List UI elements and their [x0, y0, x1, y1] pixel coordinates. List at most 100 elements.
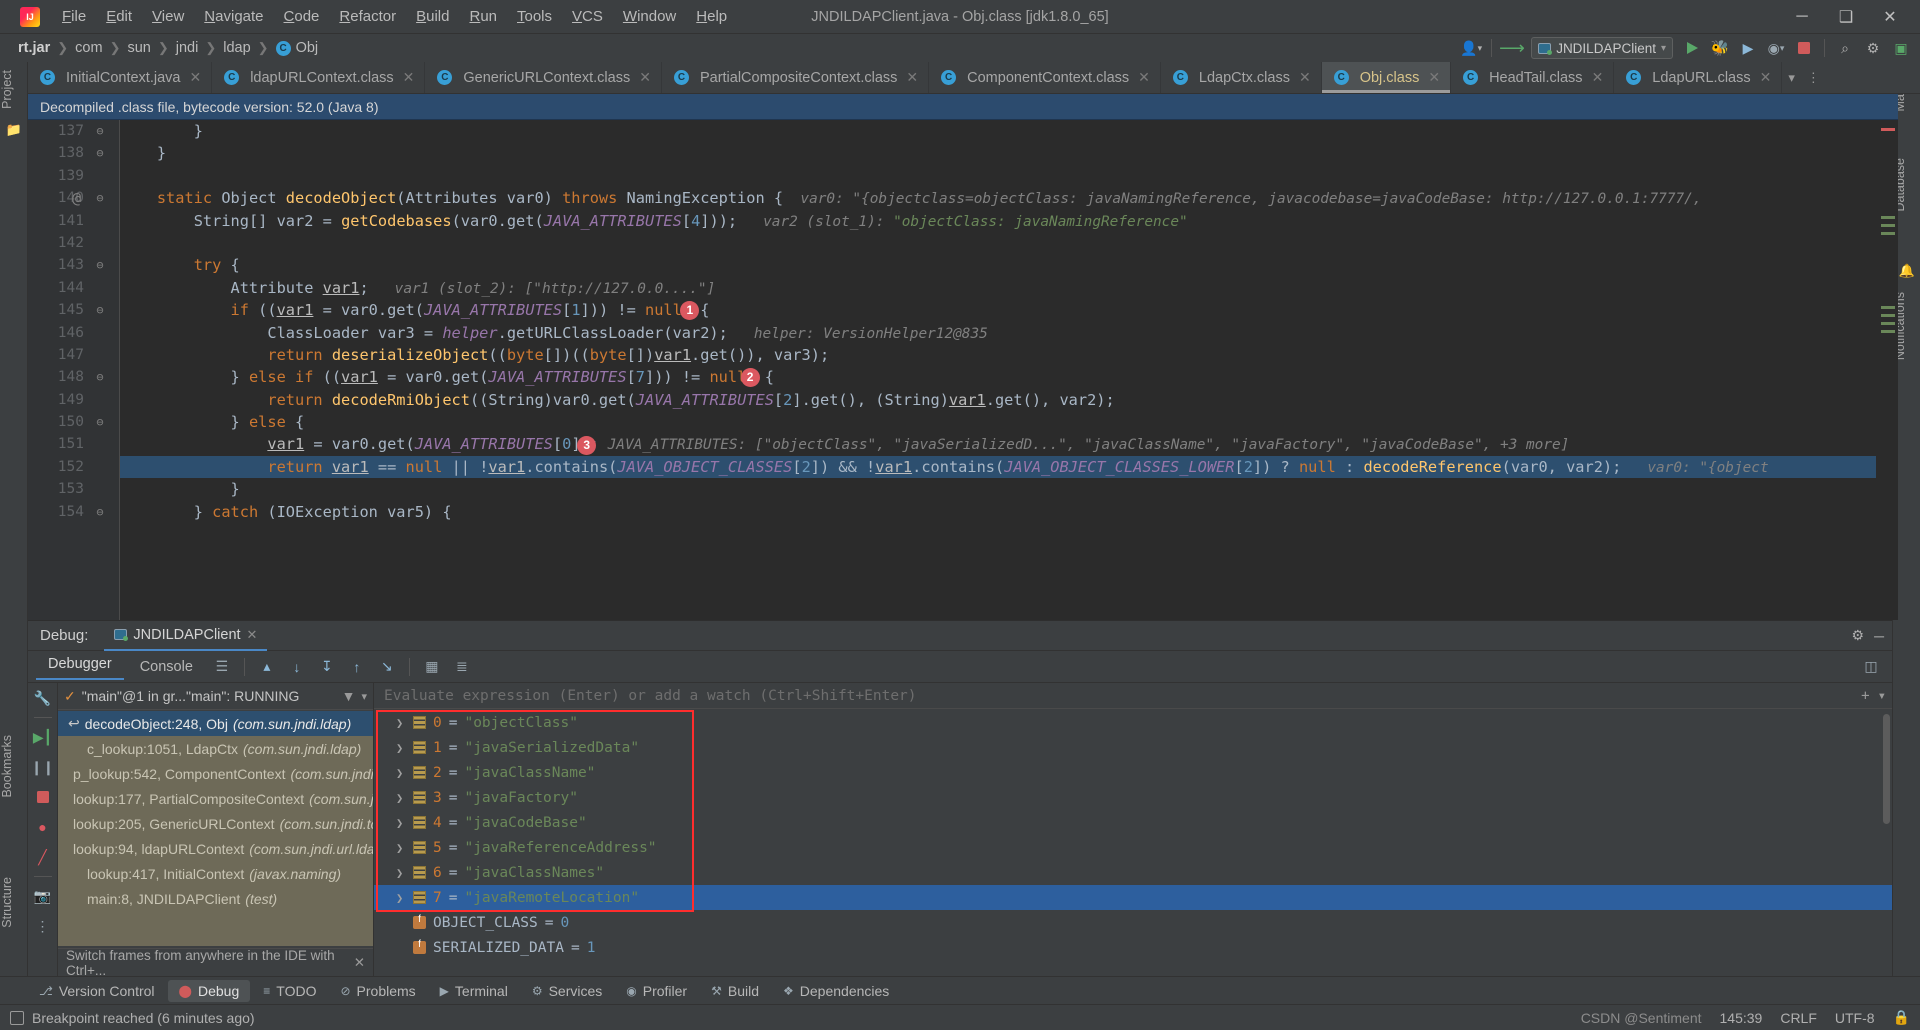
error-stripe-mark[interactable] — [1881, 128, 1895, 131]
code-fold-toggle[interactable]: ⊖ — [94, 366, 106, 388]
inline-breakpoint-badge-2[interactable]: 2 — [740, 368, 760, 388]
frame-row[interactable]: c_lookup:1051, LdapCtx (com.sun.jndi.lda… — [58, 736, 373, 761]
stop-icon[interactable] — [32, 786, 54, 808]
changed-stripe-mark-3[interactable] — [1881, 232, 1895, 235]
editor-scrollbar[interactable] — [1876, 120, 1898, 620]
sidebar-item-structure[interactable]: Structure — [0, 869, 14, 936]
tool-window-button-problems[interactable]: ⊘ Problems — [329, 980, 426, 1002]
code-fold-toggle[interactable]: ⊖ — [94, 411, 106, 433]
breadcrumb-item-Obj[interactable]: C Obj — [275, 40, 318, 56]
menu-item-navigate[interactable]: Navigate — [194, 5, 273, 28]
tool-window-button-services[interactable]: ⚙ Services — [521, 980, 613, 1002]
frame-row[interactable]: p_lookup:542, ComponentContext (com.sun.… — [58, 761, 373, 786]
code-line-149[interactable]: 149 return decodeRmiObject((String)var0.… — [58, 389, 1898, 411]
search-icon[interactable]: ⌕ — [1832, 36, 1858, 60]
file-encoding[interactable]: UTF-8 — [1835, 1010, 1875, 1026]
event-log-icon[interactable] — [10, 1010, 24, 1025]
maximize-button[interactable]: ❑ — [1824, 0, 1868, 34]
close-icon[interactable]: ✕ — [403, 69, 415, 86]
code-fold-toggle[interactable]: ⊖ — [94, 299, 106, 321]
frame-row[interactable]: lookup:205, GenericURLContext (com.sun.j… — [58, 811, 373, 836]
menu-item-view[interactable]: View — [142, 5, 194, 28]
variable-row[interactable]: ❯ 3 = "javaFactory" — [374, 785, 1892, 810]
run-toolbar[interactable]: 👤 ▾ ⟵ JNDILDAPClient ▾ 🐝 ▶ ◉ ▾ ⌕ ⚙ ▣ — [1458, 34, 1914, 62]
line-separator[interactable]: CRLF — [1780, 1010, 1817, 1026]
pause-icon[interactable]: ❙❙ — [31, 756, 54, 778]
code-line-137[interactable]: 137 ⊖ } — [58, 120, 1898, 142]
tool-window-button-todo[interactable]: ≡ TODO — [252, 980, 327, 1002]
code-line-142[interactable]: 142 — [58, 232, 1898, 254]
close-button[interactable]: ✕ — [1868, 0, 1912, 34]
force-step-into-icon[interactable]: ↘ — [374, 655, 400, 679]
frame-list[interactable]: ↩ decodeObject:248, Obj (com.sun.jndi.lda… — [58, 711, 373, 946]
chevron-right-icon[interactable]: ❯ — [396, 791, 406, 805]
editor-tab-Obj-class[interactable]: C Obj.class ✕ — [1321, 62, 1452, 93]
close-icon[interactable]: ✕ — [1428, 69, 1440, 86]
variable-row[interactable]: ❯ 2 = "javaClassName" — [374, 760, 1892, 785]
tool-window-button-dependencies[interactable]: ❖ Dependencies — [772, 980, 900, 1002]
resume-icon[interactable]: ▶┃ — [32, 726, 54, 748]
code-editor[interactable]: 137 ⊖ } 138 ⊖ } 139 1 4 0 @ ⊖ static Object decod… — [28, 120, 1898, 620]
changed-stripe-mark-5[interactable] — [1881, 314, 1895, 317]
code-line-141[interactable]: 141 String[] var2 = getCodebases(var0.ge… — [58, 210, 1898, 232]
editor-tab-ComponentContext-class[interactable]: C ComponentContext.class ✕ — [929, 62, 1161, 93]
bottom-tool-window-bar[interactable]: ⎇ Version Control ⬤ Debug ≡ TODO ⊘ Problems ▶ Ter… — [0, 976, 1920, 1004]
code-fold-toggle[interactable]: ⊖ — [94, 187, 106, 209]
show-execution-point-icon[interactable]: ▴ — [254, 655, 280, 679]
breadcrumb-item-ldap[interactable]: ldap — [223, 40, 250, 56]
evaluate-expression-icon[interactable]: ▦ — [419, 655, 445, 679]
editor-tab-ldapURLContext-class[interactable]: CldapURLContext.class ✕ — [212, 62, 426, 93]
run-button[interactable] — [1679, 36, 1705, 60]
variable-row[interactable]: ❯ 7 = "javaRemoteLocation" — [374, 885, 1892, 910]
code-line-154[interactable]: 154 ⊖ } catch (IOException var5) { — [58, 501, 1898, 523]
tool-window-button-profiler[interactable]: ◉ Profiler — [615, 980, 698, 1002]
menu-item-code[interactable]: Code — [274, 5, 330, 28]
code-line-150[interactable]: 150 ⊖ } else { — [58, 411, 1898, 433]
tool-window-button-build[interactable]: ⚒ Build — [700, 980, 770, 1002]
tool-window-button-version-control[interactable]: ⎇ Version Control — [28, 980, 166, 1002]
restore-layout-icon[interactable]: ◫ — [1858, 655, 1884, 679]
tool-window-button-terminal[interactable]: ▶ Terminal — [429, 980, 519, 1002]
frame-row[interactable]: ↩ decodeObject:248, Obj (com.sun.jndi.lda… — [58, 711, 373, 736]
code-content[interactable]: 137 ⊖ } 138 ⊖ } 139 1 4 0 @ ⊖ static Object decod… — [58, 120, 1898, 620]
menu-item-file[interactable]: File — [52, 5, 96, 28]
caret-position[interactable]: 145:39 — [1720, 1010, 1763, 1026]
close-icon[interactable]: ✕ — [639, 69, 651, 86]
code-line-144[interactable]: 144 Attribute var1; var1 (slot_2): ["htt… — [58, 277, 1898, 299]
menu-item-window[interactable]: Window — [613, 5, 686, 28]
close-icon[interactable]: ✕ — [189, 69, 201, 86]
chevron-right-icon[interactable]: ❯ — [396, 866, 406, 880]
debug-left-rail[interactable]: 🔧 ▶┃ ❙❙ ● ╱ 📷 ⋮ — [28, 683, 58, 976]
evaluate-expression-bar[interactable]: Evaluate expression (Enter) or add a wat… — [374, 683, 1892, 709]
tab-console[interactable]: Console — [128, 656, 205, 678]
editor-tab-LdapCtx-class[interactable]: C LdapCtx.class ✕ — [1161, 62, 1322, 93]
editor-tab-LdapURL-class[interactable]: C LdapURL.class ✕ — [1614, 62, 1783, 93]
view-breakpoints-icon[interactable]: ● — [32, 816, 54, 838]
code-line-139[interactable]: 139 — [58, 165, 1898, 187]
code-fold-toggle[interactable]: ⊖ — [94, 120, 106, 142]
chevron-right-icon[interactable]: ❯ — [396, 716, 406, 730]
close-icon[interactable]: ✕ — [1760, 69, 1772, 86]
code-line-151[interactable]: 151 var1 = var0.get(JAVA_ATTRIBUTES[0]);… — [58, 433, 1898, 455]
code-fold-toggle[interactable]: ⊖ — [94, 501, 106, 523]
close-icon[interactable]: ✕ — [1138, 69, 1150, 86]
code-line-140[interactable]: 140 @ ⊖ static Object decodeObject(Attribu… — [58, 187, 1898, 209]
variable-row[interactable]: ❯ 4 = "javaCodeBase" — [374, 810, 1892, 835]
changed-stripe-mark-7[interactable] — [1881, 330, 1895, 333]
editor-tab-HeadTail-class[interactable]: C HeadTail.class ✕ — [1451, 62, 1615, 93]
close-icon[interactable]: ✕ — [1592, 69, 1604, 86]
variables-tree[interactable]: ❯ 0 = "objectClass" ❯ 1 = "javaSerializedData" ❯… — [374, 710, 1892, 976]
update-project-icon[interactable]: ⟵ — [1499, 36, 1525, 60]
breadcrumb-item-sun[interactable]: sun — [127, 40, 150, 56]
inline-breakpoint-badge-3[interactable]: 3 — [577, 435, 597, 455]
menu-item-refactor[interactable]: Refactor — [329, 5, 406, 28]
code-line-145[interactable]: 145 ⊖ if ((var1 = var0.get(JAVA_ATTRIBUTE… — [58, 299, 1898, 321]
run-configuration-selector[interactable]: JNDILDAPClient ▾ — [1531, 37, 1673, 59]
tab-debugger[interactable]: Debugger — [36, 653, 124, 680]
close-icon[interactable]: ✕ — [1299, 69, 1311, 86]
code-line-146[interactable]: 146 ClassLoader var3 = helper.getURLClas… — [58, 322, 1898, 344]
more-options-icon[interactable]: ⋮ — [32, 915, 54, 937]
breadcrumb[interactable]: rt.jar ❯ com ❯ sun ❯ jndi ❯ ldap ❯ C Obj — [18, 40, 318, 56]
project-folder-icon[interactable]: 📁 — [0, 117, 28, 143]
variables-scrollbar[interactable] — [1883, 714, 1890, 824]
